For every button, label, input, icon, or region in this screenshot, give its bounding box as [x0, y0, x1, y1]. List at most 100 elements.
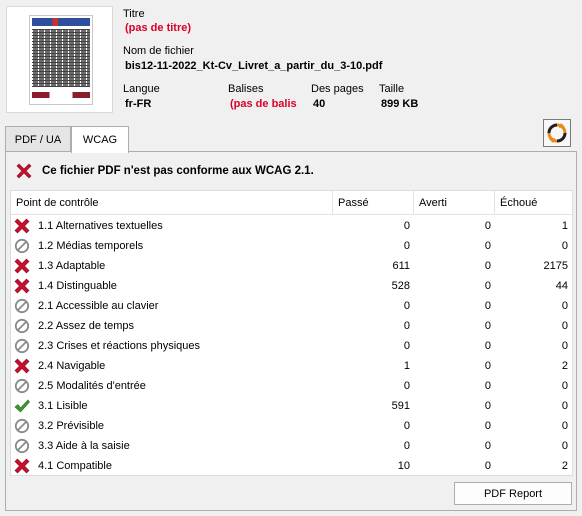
warned-count: 0 — [484, 360, 491, 372]
warned-count: 0 — [484, 400, 491, 412]
tags-label: Balises — [228, 83, 264, 95]
not-applicable-icon — [14, 318, 30, 334]
pages-value: 40 — [313, 98, 326, 110]
passed-count: 0 — [403, 240, 410, 252]
passed-count: 0 — [403, 420, 410, 432]
size-label: Taille — [379, 83, 405, 95]
passed-count: 1 — [403, 360, 410, 372]
checkpoint-name: 2.3 Crises et réactions physiques — [38, 340, 201, 352]
failed-count: 0 — [561, 300, 568, 312]
failed-count: 0 — [561, 400, 568, 412]
table-row[interactable]: 3.3 Aide à la saisie 0 0 0 — [11, 436, 572, 456]
not-applicable-icon — [14, 378, 30, 394]
passed-count: 0 — [403, 440, 410, 452]
checkpoint-name: 3.1 Lisible — [38, 400, 88, 412]
fail-icon — [14, 258, 30, 274]
not-applicable-icon — [14, 238, 30, 254]
column-header-checkpoint[interactable]: Point de contrôle — [11, 191, 333, 215]
checkpoint-name: 2.1 Accessible au clavier — [38, 300, 159, 312]
fail-icon — [14, 278, 30, 294]
warned-count: 0 — [484, 460, 491, 472]
warned-count: 0 — [484, 280, 491, 292]
warned-count: 0 — [484, 300, 491, 312]
checkpoint-name: 1.4 Distinguable — [38, 280, 117, 292]
compliance-status-text: Ce fichier PDF n'est pas conforme aux WC… — [42, 165, 314, 177]
failed-count: 1 — [561, 220, 568, 232]
passed-count: 10 — [397, 460, 410, 472]
title-value: (pas de titre) — [125, 22, 192, 34]
checkpoint-name: 1.1 Alternatives textuelles — [38, 220, 163, 232]
warned-count: 0 — [484, 220, 491, 232]
title-label: Titre — [123, 8, 145, 20]
not-applicable-icon — [14, 338, 30, 354]
tab-wcag[interactable]: WCAG — [71, 126, 129, 153]
table-body: 1.1 Alternatives textuelles 0 0 1 1.2 Médias… — [11, 216, 572, 476]
column-header-warned[interactable]: Averti — [414, 191, 495, 215]
filename-label: Nom de fichier — [123, 45, 194, 57]
filename-value: bis12-11-2022_Kt-Cv_Livret_a_partir_du_3… — [125, 60, 383, 72]
language-label: Langue — [123, 83, 160, 95]
passed-count: 0 — [403, 300, 410, 312]
size-value: 899 KB — [381, 98, 419, 110]
table-row[interactable]: 2.5 Modalités d'entrée 0 0 0 — [11, 376, 572, 396]
passed-count: 591 — [391, 400, 410, 412]
thumbnail-page — [29, 15, 93, 105]
column-header-passed[interactable]: Passé — [333, 191, 414, 215]
warned-count: 0 — [484, 260, 491, 272]
not-applicable-icon — [14, 418, 30, 434]
table-row[interactable]: 1.3 Adaptable 611 0 2175 — [11, 256, 572, 276]
checkpoint-name: 3.3 Aide à la saisie — [38, 440, 130, 452]
warned-count: 0 — [484, 340, 491, 352]
failed-count: 2 — [561, 360, 568, 372]
not-applicable-icon — [14, 438, 30, 454]
failed-count: 2175 — [543, 260, 568, 272]
table-row[interactable]: 4.1 Compatible 10 0 2 — [11, 456, 572, 476]
failed-count: 0 — [561, 240, 568, 252]
checkpoint-name: 1.2 Médias temporels — [38, 240, 144, 252]
tags-value: (pas de balis — [230, 98, 297, 110]
fail-icon — [14, 458, 30, 474]
warned-count: 0 — [484, 440, 491, 452]
table-row[interactable]: 2.1 Accessible au clavier 0 0 0 — [11, 296, 572, 316]
tab-pdf-ua[interactable]: PDF / UA — [5, 126, 71, 152]
language-value: fr-FR — [125, 98, 152, 110]
failed-count: 2 — [561, 460, 568, 472]
passed-count: 528 — [391, 280, 410, 292]
compliance-status: Ce fichier PDF n'est pas conforme aux WC… — [14, 161, 314, 181]
checkpoint-table: Point de contrôle Passé Averti Échoué 1.… — [10, 190, 573, 476]
checkpoint-name: 2.5 Modalités d'entrée — [38, 380, 146, 392]
passed-count: 0 — [403, 220, 410, 232]
column-header-failed[interactable]: Échoué — [495, 191, 572, 215]
table-row[interactable]: 2.4 Navigable 1 0 2 — [11, 356, 572, 376]
warned-count: 0 — [484, 420, 491, 432]
passed-count: 0 — [403, 320, 410, 332]
checkpoint-name: 2.2 Assez de temps — [38, 320, 134, 332]
checkpoint-name: 4.1 Compatible — [38, 460, 112, 472]
table-row[interactable]: 1.1 Alternatives textuelles 0 0 1 — [11, 216, 572, 236]
failed-count: 0 — [561, 440, 568, 452]
table-header: Point de contrôle Passé Averti Échoué — [11, 191, 572, 215]
pdf-report-button[interactable]: PDF Report — [454, 482, 572, 505]
passed-count: 611 — [392, 260, 410, 272]
failed-count: 0 — [561, 420, 568, 432]
passed-count: 0 — [403, 380, 410, 392]
document-thumbnail — [6, 6, 113, 113]
table-row[interactable]: 1.4 Distinguable 528 0 44 — [11, 276, 572, 296]
table-row[interactable]: 2.3 Crises et réactions physiques 0 0 0 — [11, 336, 572, 356]
checkpoint-name: 3.2 Prévisible — [38, 420, 105, 432]
warned-count: 0 — [484, 320, 491, 332]
fail-icon — [14, 358, 30, 374]
table-row[interactable]: 3.2 Prévisible 0 0 0 — [11, 416, 572, 436]
refresh-button[interactable] — [543, 119, 571, 147]
warned-count: 0 — [484, 240, 491, 252]
fail-x-icon — [16, 163, 32, 179]
passed-count: 0 — [403, 340, 410, 352]
pages-label: Des pages — [311, 83, 364, 95]
pass-check-icon — [14, 399, 30, 413]
not-applicable-icon — [14, 298, 30, 314]
wcag-panel: Ce fichier PDF n'est pas conforme aux WC… — [5, 151, 577, 511]
table-row[interactable]: 1.2 Médias temporels 0 0 0 — [11, 236, 572, 256]
fail-icon — [14, 218, 30, 234]
table-row[interactable]: 2.2 Assez de temps 0 0 0 — [11, 316, 572, 336]
table-row[interactable]: 3.1 Lisible 591 0 0 — [11, 396, 572, 416]
